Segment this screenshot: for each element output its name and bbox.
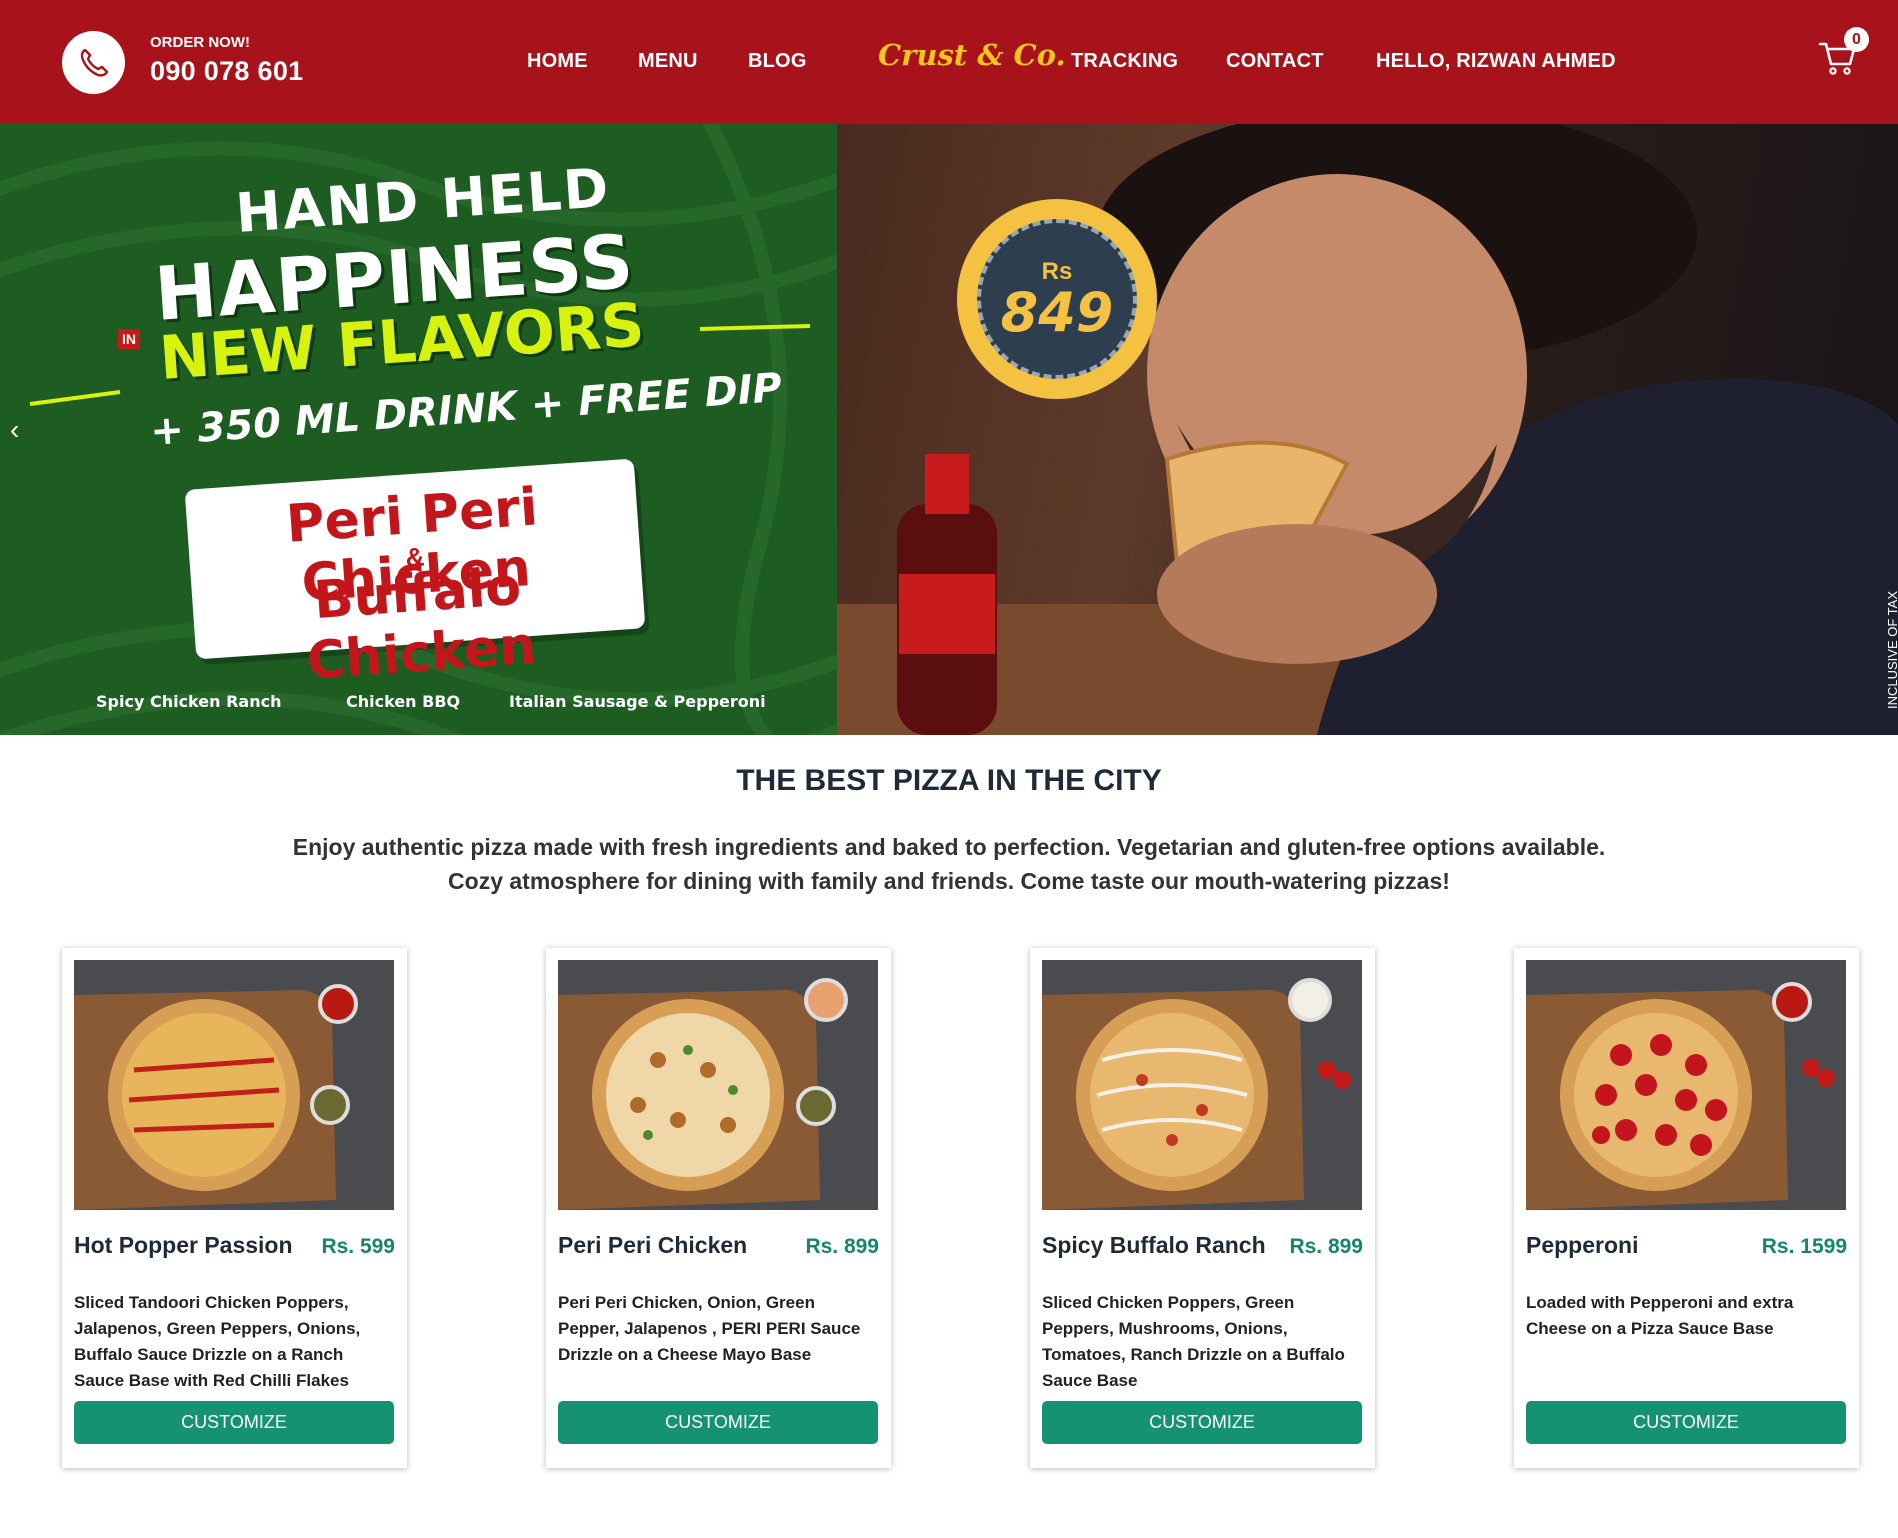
- nav-blog[interactable]: BLOG: [748, 50, 807, 73]
- product-image[interactable]: [1526, 960, 1846, 1210]
- hero-flavor-1: Spicy Chicken Ranch: [96, 692, 282, 711]
- tax-note: INCLUSIVE OF TAX: [1885, 591, 1898, 709]
- price-badge-inner: Rs 849: [977, 219, 1137, 379]
- hero-flavor-2: Chicken BBQ: [346, 692, 461, 711]
- customize-button[interactable]: CUSTOMIZE: [74, 1401, 394, 1444]
- brand-logo[interactable]: Crust & Co.: [878, 38, 1066, 72]
- phone-icon[interactable]: [62, 31, 125, 94]
- section-desc-line-1: Enjoy authentic pizza made with fresh in…: [292, 834, 1606, 860]
- product-price: Rs. 899: [1289, 1235, 1363, 1258]
- product-card: Spicy Buffalo Ranch Rs. 899 Sliced Chick…: [1030, 948, 1375, 1468]
- customize-button[interactable]: CUSTOMIZE: [1526, 1401, 1846, 1444]
- nav-contact[interactable]: CONTACT: [1226, 50, 1324, 73]
- product-description: Loaded with Pepperoni and extra Cheese o…: [1526, 1293, 1794, 1338]
- hero-flavor-3: Italian Sausage & Pepperoni: [509, 692, 766, 711]
- customize-button[interactable]: CUSTOMIZE: [1042, 1401, 1362, 1444]
- order-now-label: ORDER NOW!: [150, 34, 250, 51]
- product-image[interactable]: [74, 960, 394, 1210]
- nav-home[interactable]: HOME: [527, 50, 588, 73]
- customize-button[interactable]: CUSTOMIZE: [558, 1401, 878, 1444]
- nav-tracking[interactable]: TRACKING: [1071, 50, 1178, 73]
- product-description: Sliced Tandoori Chicken Poppers, Jalapen…: [74, 1293, 361, 1390]
- product-name: Spicy Buffalo Ranch: [1042, 1232, 1266, 1258]
- product-name: Peri Peri Chicken: [558, 1232, 748, 1258]
- hero-photo-illustration: [837, 124, 1898, 735]
- section-title: THE BEST PIZZA IN THE CITY: [736, 764, 1162, 797]
- product-price: Rs. 1599: [1761, 1235, 1847, 1258]
- carousel-prev-arrow[interactable]: ‹: [10, 414, 19, 446]
- cart-count-badge: 0: [1844, 27, 1869, 52]
- section-desc-line-2: Cozy atmosphere for dining with family a…: [448, 868, 1450, 894]
- product-card: Peri Peri Chicken Rs. 899 Peri Peri Chic…: [546, 948, 891, 1468]
- product-card: Hot Popper Passion Rs. 599 Sliced Tandoo…: [62, 948, 407, 1468]
- product-description: Sliced Chicken Poppers, Green Peppers, M…: [1042, 1293, 1345, 1390]
- product-image[interactable]: [1042, 960, 1362, 1210]
- section-description: Enjoy authentic pizza made with fresh in…: [249, 830, 1649, 898]
- product-description: Peri Peri Chicken, Onion, Green Pepper, …: [558, 1293, 861, 1364]
- price-badge: Rs 849: [957, 199, 1157, 399]
- price-badge-value: 849: [1000, 281, 1114, 344]
- nav-user-greeting[interactable]: HELLO, RIZWAN AHMED: [1376, 50, 1616, 73]
- hero-headline-in: IN: [118, 329, 140, 349]
- product-price: Rs. 899: [805, 1235, 879, 1258]
- order-phone-number[interactable]: 090 078 601: [150, 56, 303, 87]
- site-header: ORDER NOW! 090 078 601 HOME MENU BLOG Cr…: [0, 0, 1898, 124]
- nav-menu[interactable]: MENU: [638, 50, 698, 73]
- product-card: Pepperoni Rs. 1599 Loaded with Pepperoni…: [1514, 948, 1859, 1468]
- product-name: Hot Popper Passion: [74, 1232, 293, 1258]
- promo-flavor-box: Peri Peri Chicken & Buffalo Chicken: [184, 458, 646, 692]
- product-image[interactable]: [558, 960, 878, 1210]
- hero-banner[interactable]: HAND HELD IN HAPPINESS NEW FLAVORS + 350…: [0, 124, 1898, 735]
- hero-promo-panel: HAND HELD IN HAPPINESS NEW FLAVORS + 350…: [0, 124, 837, 735]
- product-name: Pepperoni: [1526, 1232, 1639, 1258]
- product-price: Rs. 599: [321, 1235, 395, 1258]
- hero-photo-panel: Rs 849 INCLUSIVE OF TAX: [837, 124, 1898, 735]
